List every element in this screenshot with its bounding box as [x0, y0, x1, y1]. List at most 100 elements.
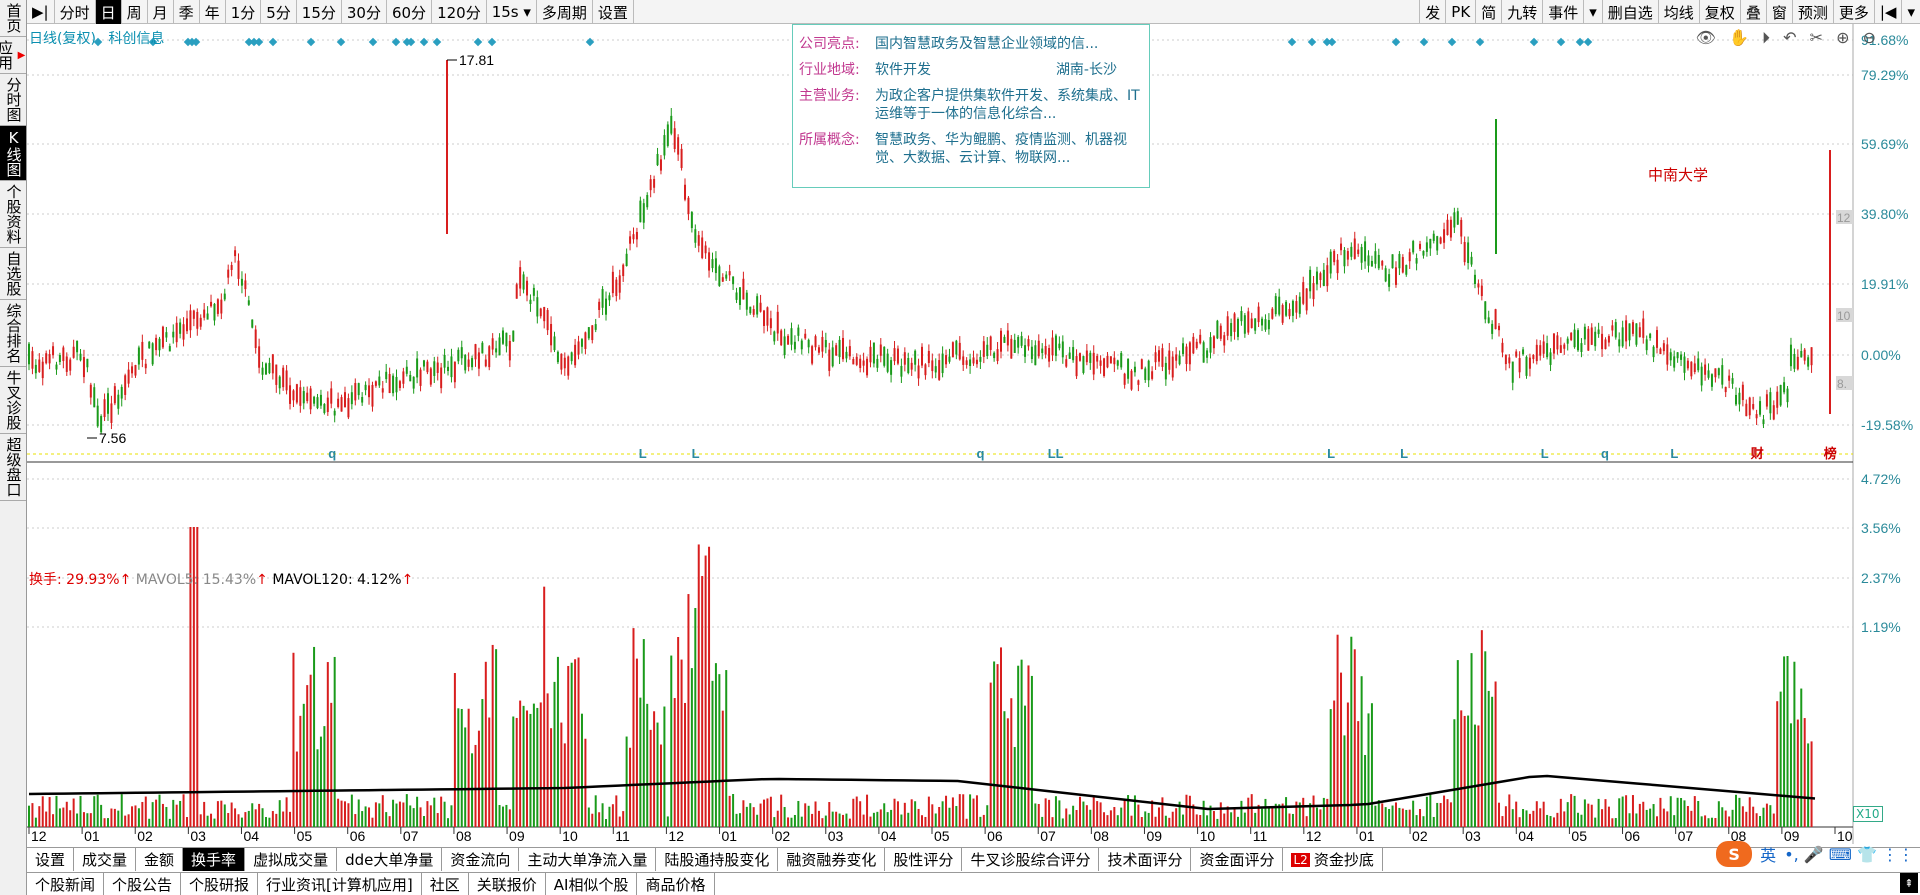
period-button-2[interactable]: 日 [95, 0, 122, 24]
indicator-tab-14[interactable]: L2 资金抄底 [1283, 848, 1383, 871]
volume-bar [1020, 659, 1023, 827]
info-tab-7[interactable]: 商品价格 [637, 873, 715, 895]
volume-bar [773, 817, 776, 827]
sidebar-item-6[interactable]: 综合排名 [0, 300, 26, 367]
volume-bar [137, 808, 140, 827]
volume-bar [577, 657, 580, 827]
candle-body [275, 364, 278, 385]
info-tab-1[interactable]: 个股公告 [104, 873, 182, 895]
period-button-7[interactable]: 1分 [226, 0, 262, 24]
period-button-12[interactable]: 120分 [432, 0, 487, 24]
indicator-tab-0[interactable]: 设置 [27, 848, 75, 871]
volume-bar [323, 726, 326, 827]
tool-button-11[interactable]: 预测 [1791, 0, 1833, 24]
period-button-8[interactable]: 5分 [261, 0, 297, 24]
candle-body [1690, 361, 1693, 377]
tool-button-13[interactable]: |◀ [1873, 0, 1902, 24]
sidebar-item-2[interactable]: 分时图 [0, 74, 26, 126]
candle-body [1041, 348, 1044, 354]
indicator-tab-10[interactable]: 股性评分 [885, 848, 963, 871]
period-button-14[interactable]: 多周期 [537, 0, 593, 24]
sidebar-item-7[interactable]: 牛叉诊股 [0, 367, 26, 434]
indicator-tab-4[interactable]: 虚拟成交量 [245, 848, 338, 871]
period-button-15[interactable]: 设置 [593, 0, 634, 24]
tool-button-8[interactable]: 复权 [1698, 0, 1740, 24]
kline-chart-area[interactable]: 91.68% 79.29% 59.69% 39.80% 19.91% 0.00% -19.5… [27, 24, 1920, 844]
tool-button-7[interactable]: 均线 [1657, 0, 1699, 24]
period-button-13[interactable]: 15s ▾ [487, 0, 537, 24]
info-tab-6[interactable]: AI相似个股 [546, 873, 638, 895]
candle-body [821, 336, 824, 352]
candle-body [1226, 316, 1229, 336]
sidebar-item-0[interactable]: 首页 [0, 0, 26, 37]
volume-bar [1370, 703, 1373, 827]
volume-bar [605, 818, 608, 827]
tool-button-12[interactable]: 更多 [1832, 0, 1874, 24]
x10-badge[interactable]: X10 [1853, 806, 1883, 822]
annotation-label[interactable]: 中南大学 [1648, 164, 1708, 185]
candle-body [289, 385, 292, 404]
chart-tool-icons[interactable]: 👁 ✋ ⏵ ↶ ✂ ⊕ ⊖ [1696, 28, 1880, 48]
indicator-tab-7[interactable]: 主动大单净流入量 [519, 848, 657, 871]
scroll-top-icon[interactable]: ⇞ [1900, 873, 1918, 893]
tool-button-14[interactable]: ▾ [1901, 0, 1920, 24]
sidebar-item-4[interactable]: 个股资料 [0, 181, 26, 248]
ime-lang-toggle[interactable]: 英 [1760, 842, 1776, 866]
period-button-4[interactable]: 月 [148, 0, 174, 24]
tool-button-3[interactable]: 九转 [1501, 0, 1542, 24]
period-button-5[interactable]: 季 [174, 0, 200, 24]
tool-button-1[interactable]: PK [1445, 0, 1475, 24]
period-button-11[interactable]: 60分 [387, 0, 433, 24]
info-tab-4[interactable]: 社区 [422, 873, 469, 895]
candle-body [1528, 357, 1531, 369]
sidebar-item-3[interactable]: K线图 [0, 126, 26, 181]
sidebar-item-8[interactable]: 超级盘口 [0, 434, 26, 501]
tool-button-0[interactable]: 发 [1419, 0, 1445, 24]
candle-body [1202, 342, 1205, 363]
indicator-tab-3[interactable]: 换手率 [183, 848, 246, 871]
candle-body [395, 376, 398, 393]
sidebar-item-5[interactable]: 自选股 [0, 248, 26, 300]
volume-bar [302, 703, 305, 827]
tool-button-10[interactable]: 窗 [1765, 0, 1792, 24]
volume-bar [350, 794, 353, 827]
info-tab-2[interactable]: 个股研报 [181, 873, 259, 895]
candle-body [938, 360, 941, 380]
info-tab-3[interactable]: 行业资讯[计算机应用] [258, 873, 422, 895]
period-button-10[interactable]: 30分 [342, 0, 387, 24]
indicator-tab-2[interactable]: 金额 [136, 848, 184, 871]
sogou-logo-icon[interactable]: S [1716, 841, 1753, 867]
indicator-tab-9[interactable]: 融资融券变化 [778, 848, 886, 871]
tool-button-4[interactable]: 事件 [1542, 0, 1583, 24]
tool-button-9[interactable]: 叠 [1739, 0, 1766, 24]
period-button-9[interactable]: 15分 [297, 0, 342, 24]
candle-body [982, 341, 985, 357]
ime-symbol-icons[interactable]: •, 🎤 ⌨ 👕 ⋮⋮ [1784, 845, 1914, 864]
indicator-tab-6[interactable]: 资金流向 [442, 848, 520, 871]
info-tab-5[interactable]: 关联报价 [469, 873, 546, 895]
period-button-1[interactable]: 分时 [55, 0, 96, 24]
sidebar-item-1[interactable]: ▶ 应用 [0, 37, 27, 74]
indicator-tab-12[interactable]: 技术面评分 [1099, 848, 1192, 871]
chart-type-label[interactable]: 日线(复权) [29, 31, 96, 47]
volume-bar [587, 807, 590, 827]
indicator-tab-8[interactable]: 陆股通持股变化 [656, 848, 779, 871]
volume-bar [398, 801, 401, 827]
period-button-6[interactable]: 年 [200, 0, 226, 24]
volume-bar [1559, 798, 1562, 827]
indicator-tab-1[interactable]: 成交量 [74, 848, 137, 871]
tool-button-5[interactable]: ▾ [1583, 0, 1602, 24]
period-button-0[interactable]: ▶| [27, 0, 55, 24]
tool-button-2[interactable]: 简 [1475, 0, 1501, 24]
indicator-tab-13[interactable]: 资金面评分 [1191, 848, 1284, 871]
period-button-3[interactable]: 周 [122, 0, 148, 24]
volume-bar [141, 801, 144, 827]
candle-body [440, 367, 443, 389]
candle-body [1539, 345, 1542, 356]
indicator-tab-11[interactable]: 牛叉诊股综合评分 [962, 848, 1100, 871]
candle-body [890, 360, 893, 375]
indicator-tab-5[interactable]: dde大单净量 [337, 848, 443, 871]
info-tab-0[interactable]: 个股新闻 [27, 873, 105, 895]
volume-bar [1412, 800, 1415, 827]
tool-button-6[interactable]: 删自选 [1601, 0, 1658, 24]
